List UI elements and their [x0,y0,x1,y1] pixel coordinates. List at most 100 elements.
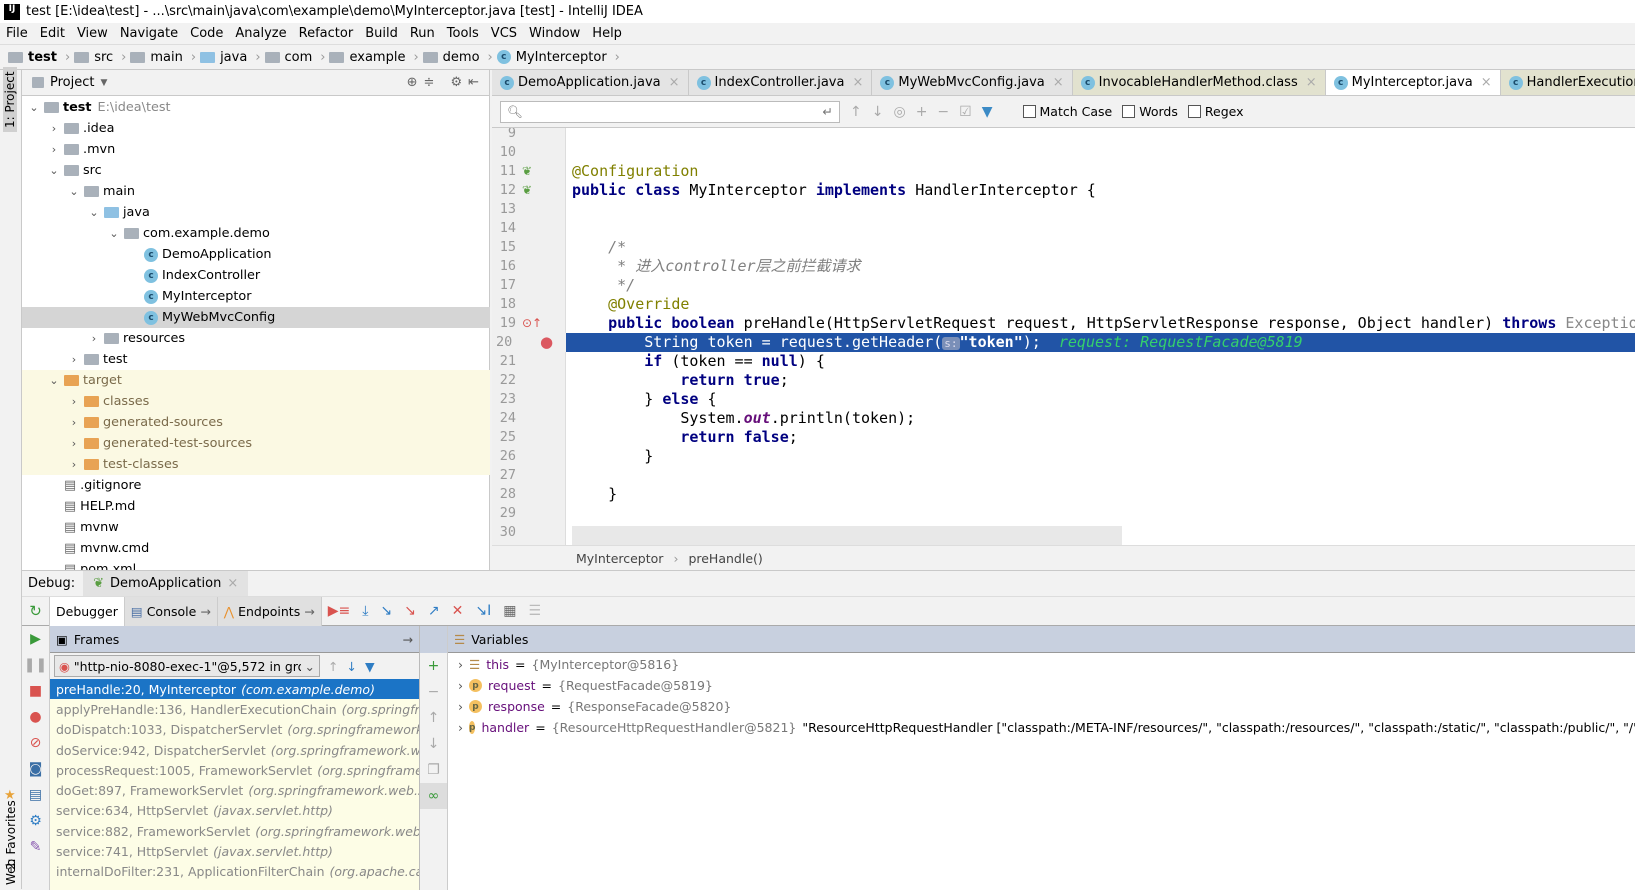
frame-item[interactable]: service:882, FrameworkServlet (org.spring… [50,821,419,841]
view-breakpoints-icon[interactable]: ● [22,704,49,730]
close-icon[interactable]: × [1053,75,1064,90]
tab-demoapplication-java[interactable]: c DemoApplication.java × [492,70,689,95]
tree-item[interactable]: › resources [22,328,490,349]
tab-indexcontroller-java[interactable]: c IndexController.java × [688,70,873,95]
breadcrumb-class[interactable]: MyInterceptor [576,551,663,566]
regex-checkbox[interactable]: Regex [1187,104,1244,119]
tree-item[interactable]: ▤ HELP.md [22,496,490,517]
chevron-right-icon[interactable]: › [66,416,82,429]
variable-row[interactable]: › p response = {ResponseFacade@5820} [448,696,1635,717]
resume-icon[interactable]: ▶ [22,626,49,652]
breadcrumb-item[interactable]: demo › [422,50,497,65]
tab-myinterceptor-java[interactable]: c MyInterceptor.java × [1325,70,1501,95]
filter-icon[interactable]: ▼ [982,104,993,120]
show-watches-icon[interactable]: ∞ [420,783,447,809]
tree-item[interactable]: ⌄ test E:\idea\test [22,97,490,118]
tree-item[interactable]: c MyWebMvcConfig [22,307,490,328]
chevron-down-icon[interactable]: ⌄ [46,374,62,387]
tree-item[interactable]: ⌄ java [22,202,490,223]
remove-watch-icon[interactable]: − [420,679,447,705]
tree-item[interactable]: › generated-sources [22,412,490,433]
close-icon[interactable]: × [1306,75,1317,90]
tab-mywebmvcconfig-java[interactable]: c MyWebMvcConfig.java × [872,70,1073,95]
frame-item[interactable]: processRequest:1005, FrameworkServlet (or… [50,760,419,780]
close-icon[interactable]: × [227,576,238,591]
tab-debugger[interactable]: Debugger [50,596,125,626]
variable-row[interactable]: › ☰ this = {MyInterceptor@5816} [448,654,1635,675]
layout-icon[interactable]: ▤ [22,782,49,808]
force-step-into-icon[interactable]: ↘ [398,603,422,619]
remove-selection-icon[interactable]: − [937,104,949,120]
step-over-icon[interactable]: ⤓ [356,603,374,619]
find-all-icon[interactable]: ◎ [893,104,905,120]
pause-icon[interactable]: ❚❚ [22,652,49,678]
chevron-right-icon[interactable]: › [458,720,463,735]
frame-item[interactable]: service:634, HttpServlet (javax.servlet.h… [50,801,419,821]
breadcrumb-item[interactable]: c MyInterceptor › [496,50,624,65]
tree-item[interactable]: c DemoApplication [22,244,490,265]
select-all-icon[interactable]: ☑ [959,104,972,120]
new-watch-icon[interactable]: + [420,653,447,679]
tab-handlerexecutionchain-class[interactable]: cHandlerExecutionChain.class× [1500,70,1635,95]
code-line[interactable]: 11 @Configuration [492,162,1635,181]
close-icon[interactable]: × [669,75,680,90]
menu-edit[interactable]: Edit [34,26,71,41]
tab-console[interactable]: ▤ Console → [124,596,218,626]
project-tool-button[interactable]: 1: Project [3,67,17,132]
implements-method-icon[interactable]: ⊙↑ [522,314,542,333]
menu-view[interactable]: View [71,26,114,41]
move-down-icon[interactable]: ↓ [420,731,447,757]
tree-item[interactable]: › classes [22,391,490,412]
tree-item[interactable]: ⌄ com.example.demo [22,223,490,244]
menu-refactor[interactable]: Refactor [293,26,360,41]
menu-build[interactable]: Build [359,26,404,41]
close-icon[interactable]: × [852,75,863,90]
project-view-selector[interactable]: Project [50,75,94,90]
frame-item[interactable]: preHandle:20, MyInterceptor (com.example.… [50,679,419,700]
gear-icon[interactable]: ⚙ [450,75,462,90]
gear-icon[interactable]: ⚙ [22,808,49,834]
code-line[interactable]: 23 } else { [492,390,1635,409]
breadcrumb-method[interactable]: preHandle() [688,551,762,566]
mute-breakpoints-icon[interactable]: ⊘ [22,730,49,756]
chevron-down-icon[interactable]: ⌄ [86,206,102,219]
evaluate-expression-icon[interactable]: ▦ [497,603,522,619]
code-line[interactable]: 29 [492,504,1635,523]
code-line[interactable]: 25 return false; [492,428,1635,447]
collapse-all-icon[interactable]: ≑ [424,75,435,90]
thread-selector[interactable]: ◉ "http-nio-8080-exec-1"@5,572 in grou...… [54,655,320,677]
frame-item[interactable]: applyPreHandle:136, HandlerExecutionChai… [50,699,419,719]
trace-icon[interactable]: ☰ [522,603,547,619]
web-tool-button[interactable]: Web [4,859,18,885]
tree-item[interactable]: ⌄ main [22,181,490,202]
match-case-checkbox[interactable]: Match Case [1022,104,1112,119]
chevron-right-icon[interactable]: › [46,122,62,135]
menu-file[interactable]: File [0,26,34,41]
breadcrumb-item[interactable]: src › [74,50,130,65]
rerun-icon[interactable]: ↻ [22,596,50,626]
chevron-down-icon[interactable]: ⌄ [26,101,42,114]
tree-item[interactable]: › generated-test-sources [22,433,490,454]
code-line[interactable]: 9 [492,128,1635,143]
search-input[interactable]: 🔍︎ ↵ [500,100,840,123]
frame-item[interactable]: doService:942, DispatcherServlet (org.spr… [50,740,419,760]
chevron-right-icon[interactable]: › [66,437,82,450]
breadcrumb-item[interactable]: main › [130,50,200,65]
variable-row[interactable]: › p handler = {ResourceHttpRequestHandler@58… [448,717,1635,738]
code-line[interactable]: 18 @Override [492,295,1635,314]
tree-item[interactable]: › test-classes [22,454,490,475]
hide-panel-icon[interactable]: ⇤ [468,75,479,90]
stop-icon[interactable]: ■ [22,678,49,704]
run-to-cursor-icon[interactable]: ↘I [469,603,497,619]
move-up-icon[interactable]: ↑ [420,705,447,731]
code-line[interactable]: 12 public class MyInterceptor implements … [492,181,1635,200]
menu-vcs[interactable]: VCS [485,26,523,41]
tree-item[interactable]: › .mvn [22,139,490,160]
editor-horizontal-scrollbar[interactable] [572,526,1122,545]
code-line[interactable]: 17 */ [492,276,1635,295]
drop-frame-icon[interactable]: ✕ [446,603,470,619]
frame-item[interactable]: internalDoFilter:231, ApplicationFilterC… [50,862,419,882]
chevron-right-icon[interactable]: › [458,678,463,693]
code-line[interactable]: 26 } [492,447,1635,466]
tree-item[interactable]: ▤ .gitignore [22,475,490,496]
